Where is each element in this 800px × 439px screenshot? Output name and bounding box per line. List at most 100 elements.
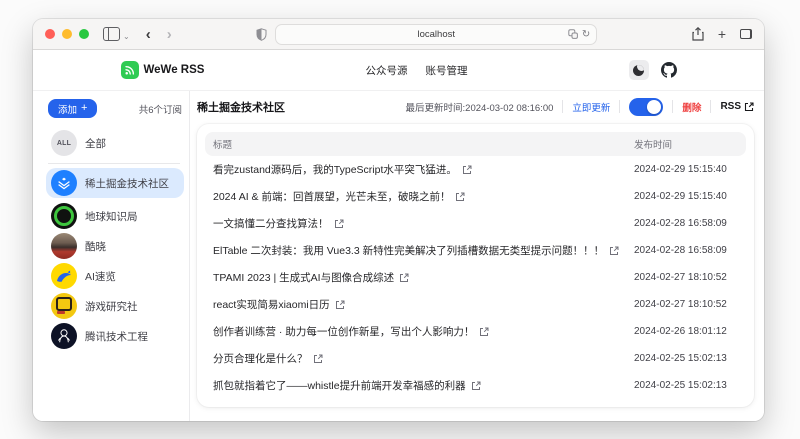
article-time: 2024-02-25 15:02:13 <box>634 380 738 391</box>
reload-icon[interactable]: ↻ <box>582 29 590 40</box>
update-now-button[interactable]: 立即更新 <box>572 100 610 114</box>
wewe-rss-app: WeWe RSS 公众号源 账号管理 添加 <box>33 50 764 421</box>
browser-toolbar: ⌄ ‹ › localhost ↻ + <box>33 19 764 50</box>
plus-icon: + <box>81 103 87 114</box>
table-row[interactable]: react实现简易xiaomi日历 2024-02-27 18:10:52 <box>205 291 746 318</box>
privacy-shield-icon[interactable] <box>256 28 267 41</box>
nav-accounts-link[interactable]: 账号管理 <box>425 63 467 78</box>
external-link-icon[interactable] <box>609 246 619 256</box>
external-link-icon <box>744 102 754 112</box>
add-subscription-button[interactable]: 添加 + <box>48 99 97 118</box>
article-title[interactable]: 2024 AI & 前端：回首展望，光芒未至，破晓之前！ <box>213 189 450 204</box>
brand-name: WeWe RSS <box>144 64 205 76</box>
add-button-label: 添加 <box>58 102 77 116</box>
back-button[interactable]: ‹ <box>146 26 151 43</box>
rss-link[interactable]: RSS <box>720 101 754 112</box>
article-title[interactable]: 分页合理化是什么？ <box>213 351 308 366</box>
close-window-button[interactable] <box>45 29 55 39</box>
table-row[interactable]: 2024 AI & 前端：回首展望，光芒未至，破晓之前！ 2024-02-29 … <box>205 183 746 210</box>
sidebar-item-juejin[interactable]: 稀土掘金技术社区 <box>46 168 184 198</box>
table-row[interactable]: TPAMI 2023 | 生成式AI与图像合成综述 2024-02-27 18:… <box>205 264 746 291</box>
toggle-knob <box>647 100 661 114</box>
external-link-icon[interactable] <box>334 219 344 229</box>
article-time: 2024-02-28 16:58:09 <box>634 218 738 229</box>
sidebar-item-label: 酷晓 <box>85 239 106 254</box>
brand[interactable]: WeWe RSS <box>121 61 205 79</box>
column-header-title: 标题 <box>213 137 634 151</box>
dark-mode-toggle[interactable] <box>629 60 649 80</box>
sidebar-item-label: 地球知识局 <box>85 209 138 224</box>
last-update-time: 最后更新时间:2024-03-02 08:16:00 <box>406 100 554 114</box>
page-tools-icon[interactable] <box>568 29 578 39</box>
subscriptions-sidebar: 添加 + 共6个订阅 ALL 全部 稀土掘金技术社区 <box>33 91 190 421</box>
table-row[interactable]: 看完zustand源码后，我的TypeScript水平突飞猛进。 2024-02… <box>205 156 746 183</box>
zoom-window-button[interactable] <box>79 29 89 39</box>
article-time: 2024-02-29 15:15:40 <box>634 191 738 202</box>
all-feeds-avatar: ALL <box>51 130 77 156</box>
juejin-avatar <box>51 170 77 196</box>
share-icon[interactable] <box>692 27 704 41</box>
tab-overview-icon[interactable] <box>740 29 752 39</box>
rss-link-label: RSS <box>720 101 741 112</box>
table-row[interactable]: 分页合理化是什么？ 2024-02-25 15:02:13 <box>205 345 746 372</box>
divider <box>672 100 673 113</box>
person-avatar <box>51 233 77 259</box>
ai-digest-avatar <box>51 263 77 289</box>
new-tab-button[interactable]: + <box>718 26 726 42</box>
article-time: 2024-02-28 16:58:09 <box>634 245 738 256</box>
article-time: 2024-02-29 15:15:40 <box>634 164 738 175</box>
table-header: 标题 发布时间 <box>205 132 746 156</box>
table-row[interactable]: 一文搞懂二分查找算法！ 2024-02-28 16:58:09 <box>205 210 746 237</box>
app-header: WeWe RSS 公众号源 账号管理 <box>33 50 764 91</box>
divider <box>619 100 620 113</box>
sidebar-item-label: 稀土掘金技术社区 <box>85 176 169 191</box>
sidebar-item-all[interactable]: ALL 全部 <box>46 128 184 158</box>
article-title[interactable]: ElTable 二次封装：我用 Vue3.3 新特性完美解决了列插槽数据无类型提… <box>213 243 604 258</box>
table-row[interactable]: 创作者训练营 · 助力每一位创作新星，写出个人影响力！ 2024-02-26 1… <box>205 318 746 345</box>
sidebar-item-label: 腾讯技术工程 <box>85 329 148 344</box>
external-link-icon[interactable] <box>313 354 323 364</box>
game-research-avatar <box>51 293 77 319</box>
article-title[interactable]: TPAMI 2023 | 生成式AI与图像合成综述 <box>213 270 394 285</box>
article-title[interactable]: react实现简易xiaomi日历 <box>213 297 330 312</box>
article-title[interactable]: 一文搞懂二分查找算法！ <box>213 216 329 231</box>
feed-detail: 稀土掘金技术社区 最后更新时间:2024-03-02 08:16:00 立即更新… <box>190 91 764 421</box>
moon-icon <box>633 65 644 76</box>
article-title[interactable]: 看完zustand源码后，我的TypeScript水平突飞猛进。 <box>213 162 457 177</box>
app-nav: 公众号源 账号管理 <box>204 63 628 78</box>
divider <box>710 100 711 113</box>
sidebar-item-label: 游戏研究社 <box>85 299 138 314</box>
external-link-icon[interactable] <box>455 192 465 202</box>
nav-feeds-link[interactable]: 公众号源 <box>365 63 407 78</box>
article-title[interactable]: 创作者训练营 · 助力每一位创作新星，写出个人影响力！ <box>213 324 474 339</box>
browser-window: ⌄ ‹ › localhost ↻ + <box>33 19 764 421</box>
article-title[interactable]: 抓包就指着它了——whistle提升前端开发幸福感的利器 <box>213 378 466 393</box>
sidebar-item-tencent[interactable]: 腾讯技术工程 <box>46 321 184 351</box>
sidebar-item-label: 全部 <box>85 136 106 151</box>
table-row[interactable]: ElTable 二次封装：我用 Vue3.3 新特性完美解决了列插槽数据无类型提… <box>205 237 746 264</box>
table-row[interactable]: 抓包就指着它了——whistle提升前端开发幸福感的利器 2024-02-25 … <box>205 372 746 399</box>
article-time: 2024-02-26 18:01:12 <box>634 326 738 337</box>
sidebar-toggle-icon[interactable] <box>103 27 120 41</box>
delete-button[interactable]: 删除 <box>682 100 701 114</box>
minimize-window-button[interactable] <box>62 29 72 39</box>
sidebar-item-ai[interactable]: AI速览 <box>46 261 184 291</box>
feed-enabled-toggle[interactable] <box>629 98 663 116</box>
subscription-count: 共6个订阅 <box>139 102 182 116</box>
penguin-avatar <box>51 323 77 349</box>
url-text: localhost <box>276 29 596 40</box>
sidebar-item-diqiu[interactable]: 地球知识局 <box>46 201 184 231</box>
external-link-icon[interactable] <box>335 300 345 310</box>
external-link-icon[interactable] <box>479 327 489 337</box>
sidebar-item-game[interactable]: 游戏研究社 <box>46 291 184 321</box>
external-link-icon[interactable] <box>471 381 481 391</box>
external-link-icon[interactable] <box>399 273 409 283</box>
github-icon[interactable] <box>661 62 677 78</box>
address-bar[interactable]: localhost ↻ <box>275 24 597 45</box>
wewe-rss-logo-icon <box>121 61 139 79</box>
chevron-down-icon[interactable]: ⌄ <box>123 32 130 41</box>
external-link-icon[interactable] <box>462 165 472 175</box>
sidebar-item-kuxiao[interactable]: 酷晓 <box>46 231 184 261</box>
article-time: 2024-02-27 18:10:52 <box>634 272 738 283</box>
column-header-time: 发布时间 <box>634 137 738 151</box>
